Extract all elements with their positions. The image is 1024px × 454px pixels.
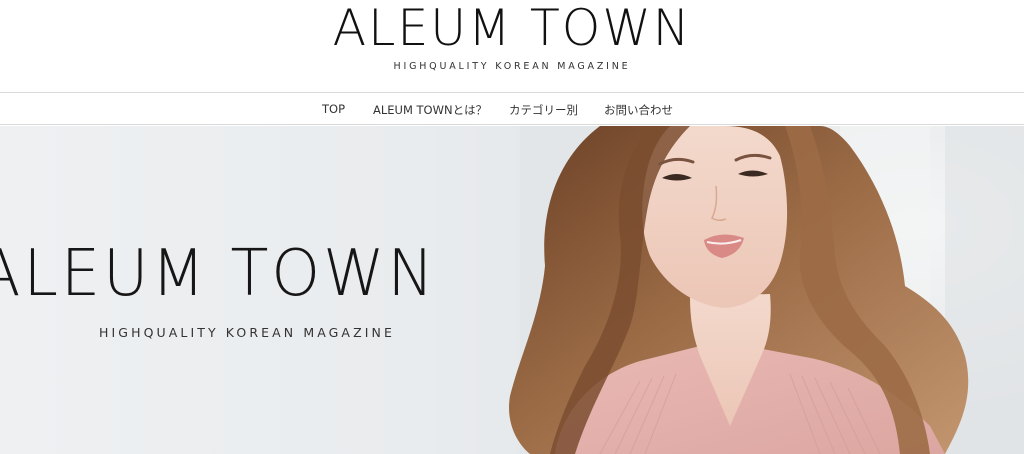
site-header: ALEUM TOWN HIGHQUALITY KOREAN MAGAZINE <box>0 0 1024 92</box>
site-title[interactable]: ALEUM TOWN <box>10 0 1014 58</box>
nav-item-about[interactable]: ALEUM TOWNとは？ <box>373 102 487 118</box>
hero-tagline: HIGHQUALITY KOREAN MAGAZINE <box>99 325 395 340</box>
hero-banner: ALEUM TOWN HIGHQUALITY KOREAN MAGAZINE <box>0 126 1024 454</box>
nav-list: TOP ALEUM TOWNとは？ カテゴリー別 お問い合わせ <box>0 93 1024 124</box>
site-tagline: HIGHQUALITY KOREAN MAGAZINE <box>393 61 631 72</box>
hero-title: ALEUM TOWN <box>0 237 437 311</box>
nav-item-categories[interactable]: カテゴリー別 <box>509 102 578 118</box>
nav-item-contact[interactable]: お問い合わせ <box>604 102 673 118</box>
nav-item-top[interactable]: TOP <box>322 102 345 116</box>
main-navigation: TOP ALEUM TOWNとは？ カテゴリー別 お問い合わせ <box>0 92 1024 125</box>
